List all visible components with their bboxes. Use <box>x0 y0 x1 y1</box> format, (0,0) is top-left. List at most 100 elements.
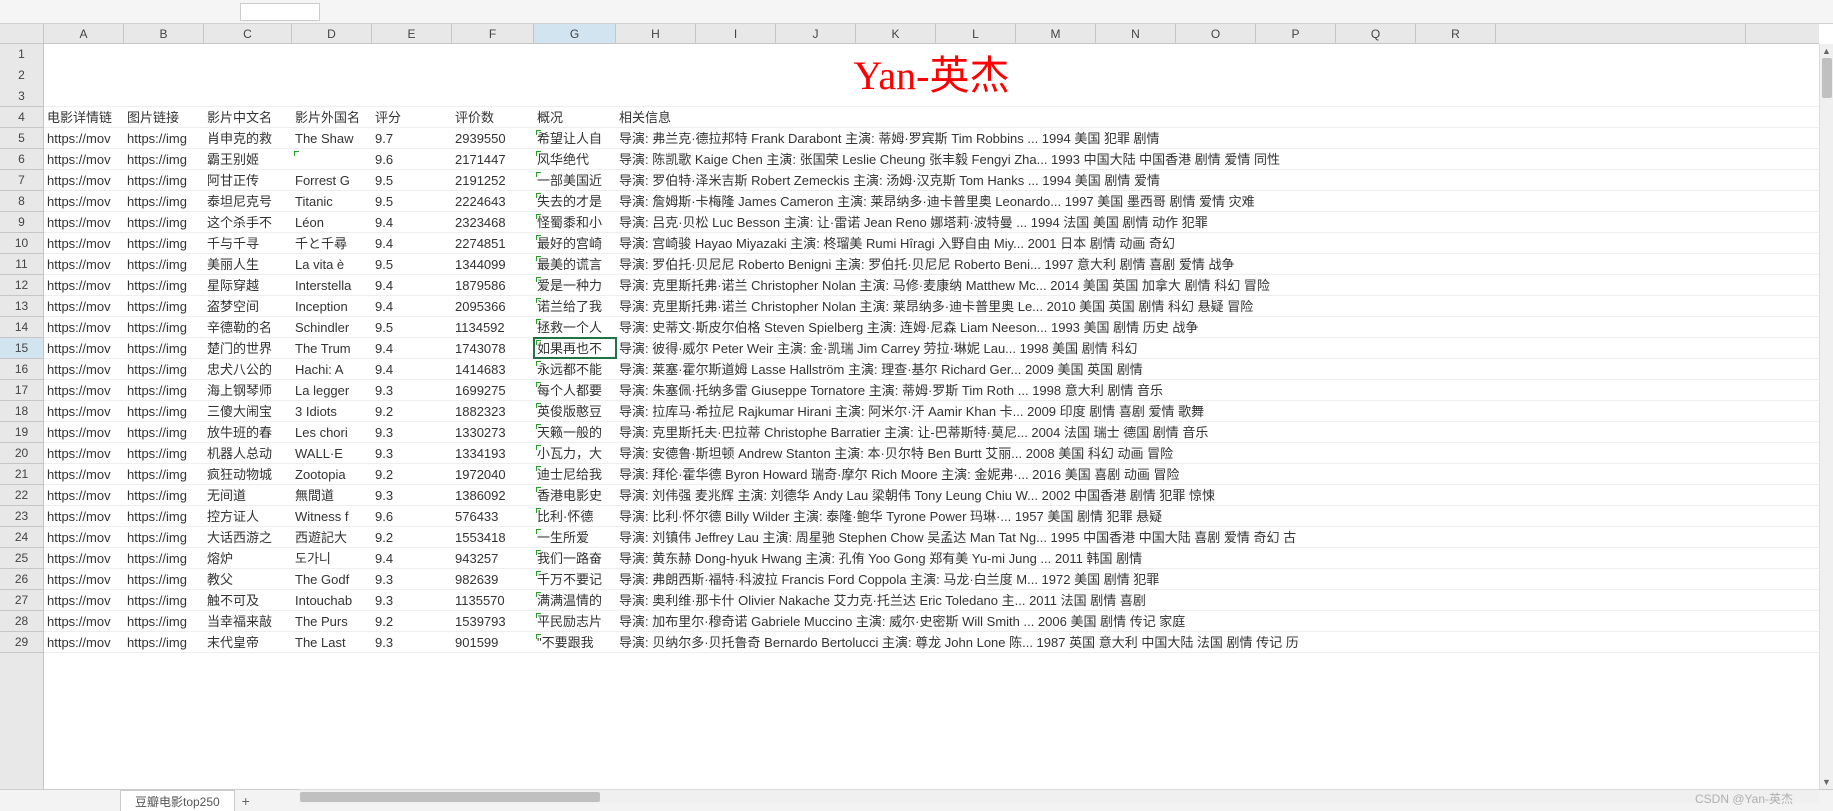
cell-B20[interactable]: https://img <box>124 443 204 463</box>
col-header-P[interactable]: P <box>1256 24 1336 43</box>
cell-B14[interactable]: https://img <box>124 317 204 337</box>
cell-G14[interactable]: 拯救一个人 <box>534 317 616 337</box>
cell-A6[interactable]: https://mov <box>44 149 124 169</box>
cell-C24[interactable]: 大话西游之 <box>204 527 292 547</box>
cell-G24[interactable]: 一生所爱 <box>534 527 616 547</box>
cell-H18[interactable]: 导演: 拉库马·希拉尼 Rajkumar Hirani 主演: 阿米尔·汗 Aa… <box>616 401 1816 421</box>
select-all-corner[interactable] <box>0 24 44 44</box>
row-header-19[interactable]: 19 <box>0 422 43 443</box>
formula-input[interactable] <box>240 3 320 21</box>
cell-C23[interactable]: 控方证人 <box>204 506 292 526</box>
cell-D18[interactable]: 3 Idiots <box>292 401 372 421</box>
cell-E17[interactable]: 9.3 <box>372 380 452 400</box>
cell-H24[interactable]: 导演: 刘镇伟 Jeffrey Lau 主演: 周星驰 Stephen Chow… <box>616 527 1816 547</box>
col-header-A[interactable]: A <box>44 24 124 43</box>
row-header-9[interactable]: 9 <box>0 212 43 233</box>
scroll-down-icon[interactable]: ▼ <box>1820 775 1833 789</box>
col-header-Q[interactable]: Q <box>1336 24 1416 43</box>
row-header-26[interactable]: 26 <box>0 569 43 590</box>
row-header-11[interactable]: 11 <box>0 254 43 275</box>
cell-D22[interactable]: 無間道 <box>292 485 372 505</box>
cell-C15[interactable]: 楚门的世界 <box>204 338 292 358</box>
cell-E16[interactable]: 9.4 <box>372 359 452 379</box>
cell-E15[interactable]: 9.4 <box>372 338 452 358</box>
cell-G6[interactable]: 风华绝代 <box>534 149 616 169</box>
cell-F14[interactable]: 1134592 <box>452 317 534 337</box>
cell-B8[interactable]: https://img <box>124 191 204 211</box>
cell-H11[interactable]: 导演: 罗伯托·贝尼尼 Roberto Benigni 主演: 罗伯托·贝尼尼 … <box>616 254 1816 274</box>
cell-E26[interactable]: 9.3 <box>372 569 452 589</box>
row-header-28[interactable]: 28 <box>0 611 43 632</box>
cell-A7[interactable]: https://mov <box>44 170 124 190</box>
cell-H6[interactable]: 导演: 陈凯歌 Kaige Chen 主演: 张国荣 Leslie Cheung… <box>616 149 1816 169</box>
cell-D20[interactable]: WALL·E <box>292 443 372 463</box>
cell-H28[interactable]: 导演: 加布里尔·穆奇诺 Gabriele Muccino 主演: 威尔·史密斯… <box>616 611 1816 631</box>
row-header-25[interactable]: 25 <box>0 548 43 569</box>
cell-G22[interactable]: 香港电影史 <box>534 485 616 505</box>
column-headers[interactable]: ABCDEFGHIJKLMNOPQR <box>44 24 1819 44</box>
add-sheet-icon[interactable]: + <box>235 793 257 809</box>
cell-A20[interactable]: https://mov <box>44 443 124 463</box>
cell-F11[interactable]: 1344099 <box>452 254 534 274</box>
cell-A27[interactable]: https://mov <box>44 590 124 610</box>
cell-G13[interactable]: 诺兰给了我 <box>534 296 616 316</box>
cell-G10[interactable]: 最好的宫崎 <box>534 233 616 253</box>
cell-D27[interactable]: Intouchab <box>292 590 372 610</box>
cell-C7[interactable]: 阿甘正传 <box>204 170 292 190</box>
cell-C13[interactable]: 盗梦空间 <box>204 296 292 316</box>
row-header-22[interactable]: 22 <box>0 485 43 506</box>
row-header-16[interactable]: 16 <box>0 359 43 380</box>
cell-G8[interactable]: 失去的才是 <box>534 191 616 211</box>
sheet-tab[interactable]: 豆瓣电影top250 <box>120 790 235 811</box>
cell-G17[interactable]: 每个人都要 <box>534 380 616 400</box>
cell-C5[interactable]: 肖申克的救 <box>204 128 292 148</box>
cell-B15[interactable]: https://img <box>124 338 204 358</box>
cell-E8[interactable]: 9.5 <box>372 191 452 211</box>
cell-H12[interactable]: 导演: 克里斯托弗·诺兰 Christopher Nolan 主演: 马修·麦康… <box>616 275 1816 295</box>
cell-A18[interactable]: https://mov <box>44 401 124 421</box>
cell-G7[interactable]: 一部美国近 <box>534 170 616 190</box>
cell-G25[interactable]: 我们一路奋 <box>534 548 616 568</box>
cell-C19[interactable]: 放牛班的春 <box>204 422 292 442</box>
cell-H19[interactable]: 导演: 克里斯托夫·巴拉蒂 Christophe Barratier 主演: 让… <box>616 422 1816 442</box>
cell-D12[interactable]: Interstella <box>292 275 372 295</box>
cell-D23[interactable]: Witness f <box>292 506 372 526</box>
row-header-1[interactable]: 123 <box>0 44 43 107</box>
cell-H8[interactable]: 导演: 詹姆斯·卡梅隆 James Cameron 主演: 莱昂纳多·迪卡普里奥… <box>616 191 1816 211</box>
cell-G28[interactable]: 平民励志片 <box>534 611 616 631</box>
cell-D28[interactable]: The Purs <box>292 611 372 631</box>
cell-D11[interactable]: La vita è <box>292 254 372 274</box>
cell-F15[interactable]: 1743078 <box>452 338 534 358</box>
cell-F17[interactable]: 1699275 <box>452 380 534 400</box>
row-header-15[interactable]: 15 <box>0 338 43 359</box>
cell-E6[interactable]: 9.6 <box>372 149 452 169</box>
cell-B9[interactable]: https://img <box>124 212 204 232</box>
cell-E5[interactable]: 9.7 <box>372 128 452 148</box>
cell-A11[interactable]: https://mov <box>44 254 124 274</box>
cell-F27[interactable]: 1135570 <box>452 590 534 610</box>
cell-F23[interactable]: 576433 <box>452 506 534 526</box>
cell-E7[interactable]: 9.5 <box>372 170 452 190</box>
cell-B22[interactable]: https://img <box>124 485 204 505</box>
cell-D13[interactable]: Inception <box>292 296 372 316</box>
cell-B21[interactable]: https://img <box>124 464 204 484</box>
cell-D26[interactable]: The Godf <box>292 569 372 589</box>
row-header-17[interactable]: 17 <box>0 380 43 401</box>
col-header-O[interactable]: O <box>1176 24 1256 43</box>
cell-H13[interactable]: 导演: 克里斯托弗·诺兰 Christopher Nolan 主演: 莱昂纳多·… <box>616 296 1816 316</box>
cell-D29[interactable]: The Last <box>292 632 372 652</box>
cell-F21[interactable]: 1972040 <box>452 464 534 484</box>
cell-F19[interactable]: 1330273 <box>452 422 534 442</box>
cell-C22[interactable]: 无间道 <box>204 485 292 505</box>
cell-C17[interactable]: 海上钢琴师 <box>204 380 292 400</box>
cell-G26[interactable]: 千万不要记 <box>534 569 616 589</box>
cell-C11[interactable]: 美丽人生 <box>204 254 292 274</box>
cell-F20[interactable]: 1334193 <box>452 443 534 463</box>
vertical-scrollbar[interactable]: ▲ ▼ <box>1819 44 1833 789</box>
col-header-G[interactable]: G <box>534 24 616 43</box>
cell-F12[interactable]: 1879586 <box>452 275 534 295</box>
cell-H10[interactable]: 导演: 宫崎骏 Hayao Miyazaki 主演: 柊瑠美 Rumi Hîra… <box>616 233 1816 253</box>
row-header-4[interactable]: 4 <box>0 107 43 128</box>
cell-A24[interactable]: https://mov <box>44 527 124 547</box>
cell-G5[interactable]: 希望让人自 <box>534 128 616 148</box>
